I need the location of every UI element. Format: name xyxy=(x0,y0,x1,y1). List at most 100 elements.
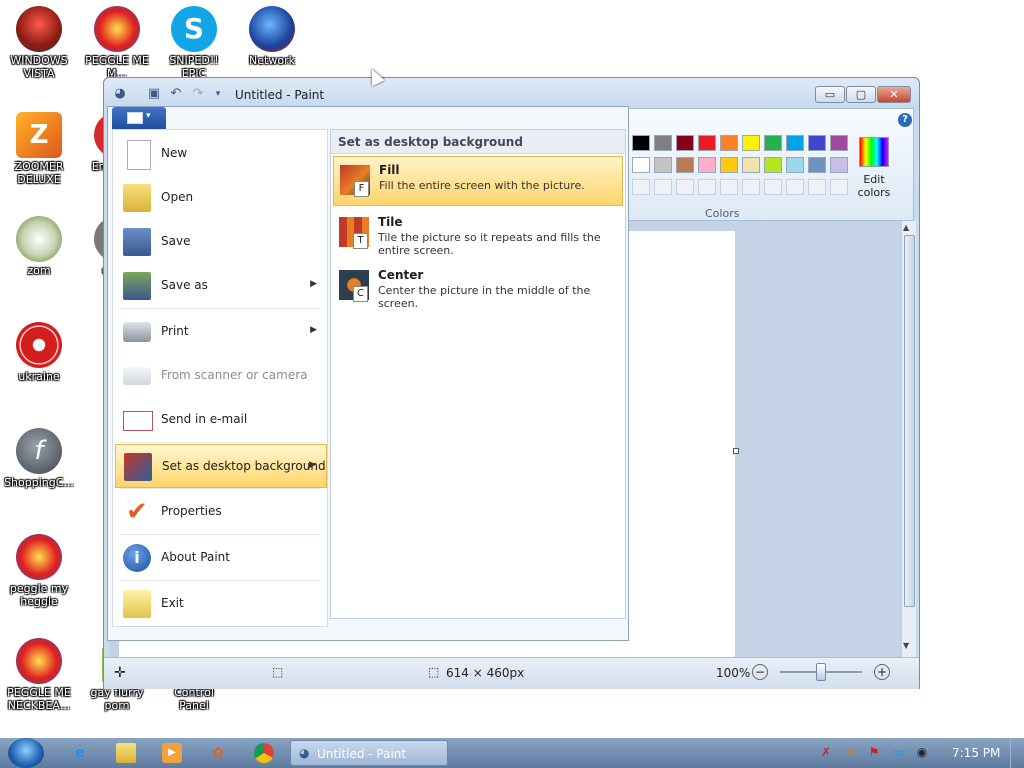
color-swatch[interactable] xyxy=(742,157,760,173)
desktop-icon-zom[interactable]: zom xyxy=(3,216,75,277)
submenu-heading: Set as desktop background xyxy=(331,130,625,154)
desktop-icon-label: PEGGLE ME NECKBEA... xyxy=(7,686,71,712)
zoom-slider-thumb[interactable] xyxy=(816,663,826,681)
desktop-icon-sniped[interactable]: S SNIPED!! EPIC xyxy=(158,6,230,80)
color-swatch[interactable] xyxy=(720,179,738,195)
explorer-folder-icon[interactable] xyxy=(116,743,136,763)
desktop-icon-peggle-me[interactable]: PEGGLE ME M... xyxy=(81,6,153,80)
color-swatch[interactable] xyxy=(720,157,738,173)
tray-flag-icon[interactable]: ✗ xyxy=(818,744,834,760)
vertical-scrollbar[interactable]: ▲ ▼ xyxy=(901,221,916,657)
desktop-background-submenu: Set as desktop background F Fill Fill th… xyxy=(330,129,626,619)
exit-icon xyxy=(123,590,151,618)
color-swatch[interactable] xyxy=(632,179,650,195)
menu-item-new[interactable]: New xyxy=(115,132,327,176)
undo-icon[interactable]: ↶ xyxy=(168,86,184,102)
show-desktop-button[interactable] xyxy=(1010,738,1024,768)
submenu-option-tile[interactable]: T Tile Tile the picture so it repeats an… xyxy=(333,209,623,259)
selection-size-icon: ⬚ xyxy=(272,665,284,679)
desktop-icon-shopping[interactable]: f ShoppingC... xyxy=(3,428,75,489)
help-icon[interactable]: ? xyxy=(898,113,912,127)
menu-separator xyxy=(121,488,321,489)
color-swatch[interactable] xyxy=(676,135,694,151)
zoom-in-button[interactable]: + xyxy=(874,664,890,680)
desktop-icon-zoomer-deluxe[interactable]: Z ZOOMER DELUXE xyxy=(3,112,75,186)
menu-item-print[interactable]: Print ▶ xyxy=(115,310,327,354)
desktop-icon-peggle-neckbea[interactable]: PEGGLE ME NECKBEA... xyxy=(3,638,75,712)
menu-item-open[interactable]: Open xyxy=(115,176,327,220)
color-swatch[interactable] xyxy=(632,135,650,151)
paint-app-icon[interactable]: ◕ xyxy=(112,86,128,102)
zoomer-icon: Z xyxy=(16,112,62,158)
menu-item-set-desktop-background[interactable]: Set as desktop background ▶ xyxy=(115,444,327,488)
color-swatch[interactable] xyxy=(654,157,672,173)
color-swatch[interactable] xyxy=(764,179,782,195)
menu-item-save-as[interactable]: Save as ▶ xyxy=(115,264,327,308)
scroll-up-icon[interactable]: ▲ xyxy=(903,223,909,232)
submenu-option-fill[interactable]: F Fill Fill the entire screen with the p… xyxy=(333,156,623,206)
menu-item-properties[interactable]: ✔ Properties xyxy=(115,490,327,534)
desktop-icon-peggle-my-heggle[interactable]: peggle my heggle xyxy=(3,534,75,608)
color-swatch[interactable] xyxy=(676,179,694,195)
option-description: Center the picture in the middle of the … xyxy=(378,284,591,310)
scroll-thumb[interactable] xyxy=(904,235,915,607)
clock[interactable]: 7:15 PM xyxy=(952,746,1000,760)
color-swatch[interactable] xyxy=(632,157,650,173)
color-swatch[interactable] xyxy=(830,157,848,173)
file-menu-button[interactable]: ▾ xyxy=(112,107,166,129)
color-swatch[interactable] xyxy=(720,135,738,151)
color-swatch[interactable] xyxy=(786,135,804,151)
color-swatch[interactable] xyxy=(742,179,760,195)
desktop-icon-network[interactable]: Network xyxy=(236,6,308,67)
resize-handle[interactable] xyxy=(733,448,739,454)
color-swatch[interactable] xyxy=(808,179,826,195)
color-swatch[interactable] xyxy=(698,179,716,195)
color-swatch[interactable] xyxy=(698,157,716,173)
chrome-icon[interactable] xyxy=(254,743,274,763)
menu-item-about-paint[interactable]: i About Paint xyxy=(115,536,327,580)
color-swatch[interactable] xyxy=(654,179,672,195)
start-button[interactable] xyxy=(8,738,44,768)
desktop-icon-ukraine[interactable]: ukraine xyxy=(3,322,75,383)
color-swatch[interactable] xyxy=(830,179,848,195)
taskbar: e ▶ ✿ ◕ Untitled - Paint ✗ ⚲ ⚑ ▭ ◉ 7:15 … xyxy=(0,738,1024,768)
color-swatch[interactable] xyxy=(808,157,826,173)
customize-toolbar-icon[interactable]: ▾ xyxy=(210,86,226,102)
scroll-down-icon[interactable]: ▼ xyxy=(903,641,909,650)
internet-explorer-icon[interactable]: e xyxy=(70,743,90,763)
paint-taskbar-icon[interactable]: ✿ xyxy=(208,743,228,763)
minimize-button[interactable]: ▭ xyxy=(815,86,845,103)
color-swatch[interactable] xyxy=(830,135,848,151)
save-icon[interactable]: ▣ xyxy=(146,86,162,102)
zoom-out-button[interactable]: − xyxy=(752,664,768,680)
desktop-icon-windows-vista[interactable]: WINDOWS VISTA xyxy=(3,6,75,80)
display-icon[interactable]: ▭ xyxy=(890,744,906,760)
peggle-icon xyxy=(16,534,62,580)
color-swatch[interactable] xyxy=(786,157,804,173)
color-swatch[interactable] xyxy=(742,135,760,151)
close-button[interactable]: ✕ xyxy=(877,86,911,103)
color-swatch[interactable] xyxy=(764,135,782,151)
color-swatch[interactable] xyxy=(764,157,782,173)
color-swatch[interactable] xyxy=(676,157,694,173)
submenu-option-center[interactable]: C Center Center the picture in the middl… xyxy=(333,262,623,312)
menu-item-exit[interactable]: Exit xyxy=(115,582,327,626)
edit-colors-button[interactable]: Edit colors xyxy=(852,133,896,203)
title-bar[interactable]: ◕ ▣ ↶ ↷ ▾ Untitled - Paint ▭ ▢ ✕ xyxy=(104,78,919,108)
zombie-plant-icon xyxy=(16,216,62,262)
taskbar-window-paint[interactable]: ◕ Untitled - Paint xyxy=(290,740,448,766)
media-player-icon[interactable]: ▶ xyxy=(162,743,182,763)
maximize-button[interactable]: ▢ xyxy=(846,86,876,103)
menu-item-save[interactable]: Save xyxy=(115,220,327,264)
tray-search-icon[interactable]: ⚲ xyxy=(842,744,858,760)
color-swatch[interactable] xyxy=(698,135,716,151)
redo-icon[interactable]: ↷ xyxy=(190,86,206,102)
action-center-icon[interactable]: ⚑ xyxy=(866,744,882,760)
info-icon: i xyxy=(123,544,151,572)
color-swatch[interactable] xyxy=(654,135,672,151)
volume-icon[interactable]: ◉ xyxy=(914,744,930,760)
color-swatch[interactable] xyxy=(786,179,804,195)
color-swatch[interactable] xyxy=(808,135,826,151)
menu-item-send-email[interactable]: Send in e-mail xyxy=(115,398,327,442)
desktop-icon-label: ukraine xyxy=(18,370,60,383)
